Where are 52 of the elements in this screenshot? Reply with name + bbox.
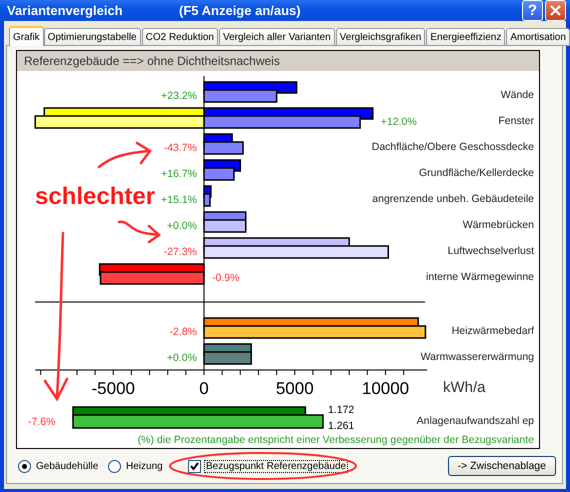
checkbox[interactable] [188,460,201,472]
tab[interactable]: CO2 Reduktion [142,28,218,46]
change-percent: -0.9% [212,272,240,284]
tab[interactable]: Grafik [9,26,44,46]
category-label: interne Wärmegewinne [426,271,534,283]
clipboard-button[interactable]: -> Zwischenablage [448,456,556,476]
close-icon [550,5,561,16]
bar-value: 1.261 [328,420,354,432]
category-label: Wärmebrücken [462,219,534,231]
hand-drawn-arrow [117,218,163,246]
tab[interactable]: Vergleich aller Varianten [218,28,335,46]
checkbox-label[interactable]: Bezugspunkt Referenzgebäude [204,460,348,472]
help-button[interactable]: ? [522,0,543,21]
tab[interactable]: Optimierungstabelle [44,28,141,46]
change-percent: +0.0% [166,352,197,364]
category-label: Dachfläche/Obere Geschossdecke [372,141,534,153]
change-percent: +0.0% [166,220,197,232]
change-percent: +12.0% [380,116,417,128]
change-percent: +15.1% [161,194,197,206]
change-percent: -7.6% [28,416,56,428]
change-percent: -2.8% [170,326,197,338]
axis-tick-label: 5000 [276,379,314,398]
category-label: Luftwechselverlust [448,245,534,257]
category-label: angrenzende unbeh. Gebäudeteile [372,193,534,205]
footnote: (%) die Prozentangabe entspricht einer Verbesserung gegenüber der Bezugsvariante [136,434,535,446]
change-percent: +23.2% [161,90,197,102]
bar-value: 1.172 [328,404,354,416]
tab[interactable]: Vergleichsgrafiken [336,28,426,46]
annotation-text: schlechter [35,183,156,211]
window-hint: (F5 Anzeige an/aus) [179,3,302,18]
window-title: Variantenvergleich [7,3,124,18]
close-button[interactable] [545,0,566,21]
axis-tick-label: 10000 [362,379,410,398]
chart-heading: Referenzgebäude ==> ohne Dichtheitsnachweis [17,51,539,71]
change-percent: +16.7% [161,168,197,180]
change-percent: -43.7% [164,142,197,154]
tab[interactable]: Amortisation [506,28,570,46]
category-label: Grundfläche/Kellerdecke [419,167,534,179]
tab[interactable]: Energieeffizienz [426,28,506,46]
category-label: Fenster [498,115,534,127]
category-label: Anlagenaufwandszahl ep [416,415,534,427]
radio-label[interactable]: Heizung [126,460,163,472]
category-label: Warmwassererwärmung [420,351,534,363]
axis-tick-label: 0 [199,379,209,398]
category-label: Wände [500,89,534,101]
radio-label[interactable]: Gebäudehülle [36,460,98,472]
axis-unit: kWh/a [443,379,486,396]
radio-button[interactable] [108,460,121,472]
category-label: Heizwärmebedarf [452,325,534,337]
axis-tick-label: -5000 [92,379,135,398]
change-percent: -27.3% [164,246,197,258]
radio-button[interactable] [18,460,31,472]
